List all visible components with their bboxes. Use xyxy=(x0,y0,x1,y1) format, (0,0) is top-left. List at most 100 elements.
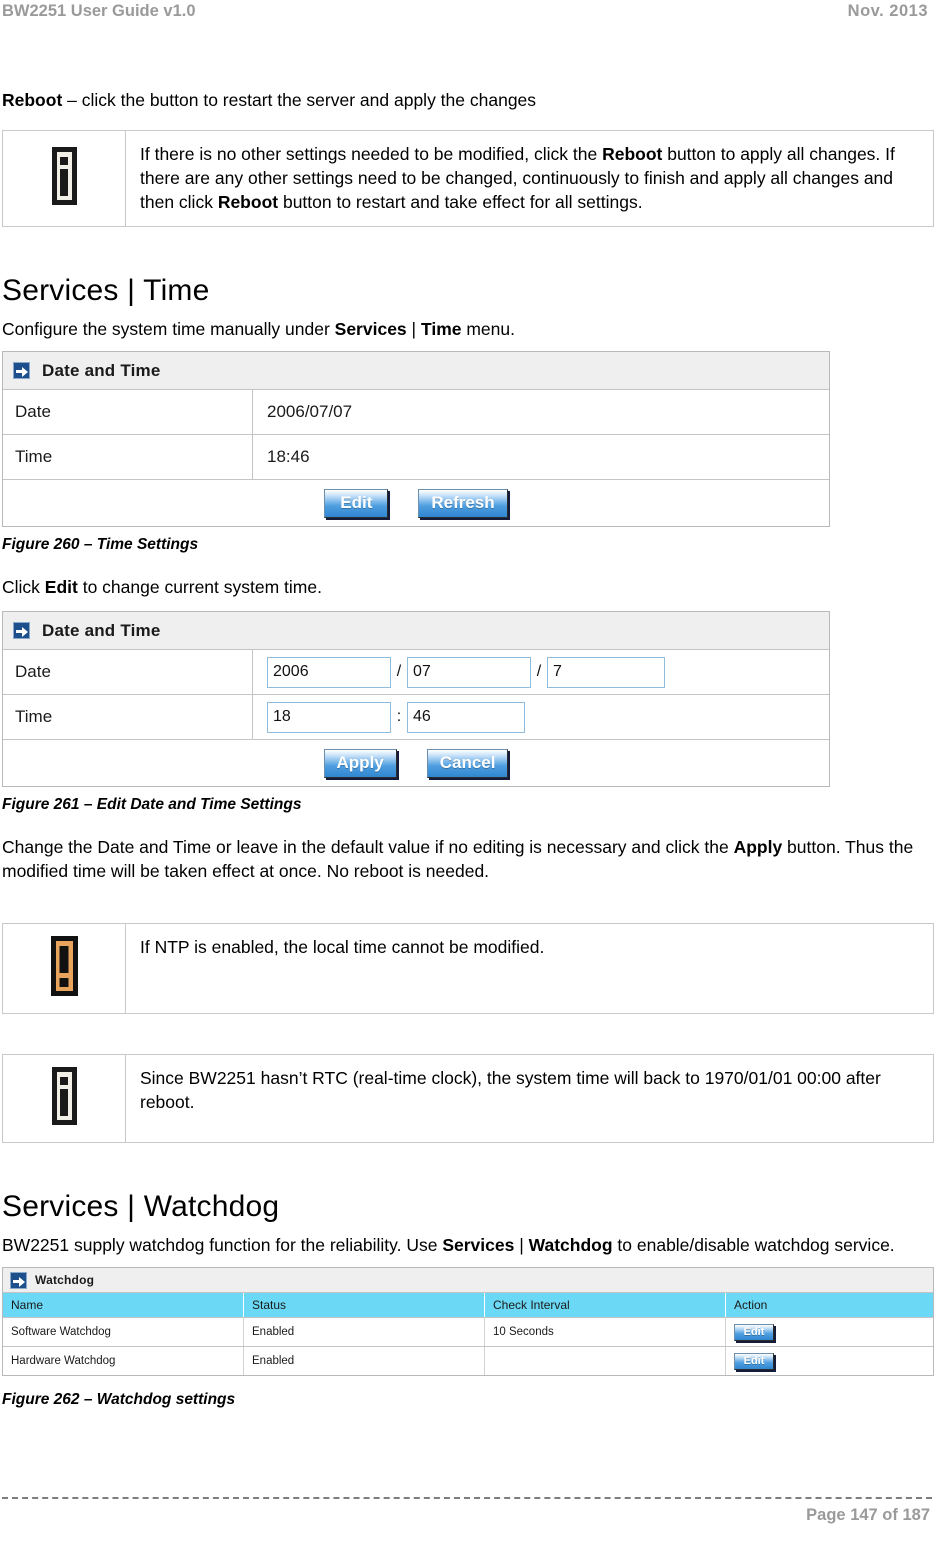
reboot-rest: – click the button to restart the server… xyxy=(62,90,537,110)
time-edit-fields: 18 : 46 xyxy=(253,701,829,733)
edit-button[interactable]: Edit xyxy=(324,488,389,518)
date-time-edit-panel-header: Date and Time xyxy=(3,612,829,650)
date-edit-fields: 2006 / 07 / 7 xyxy=(253,656,829,688)
blue-arrow-icon xyxy=(13,622,30,639)
refresh-button[interactable]: Refresh xyxy=(418,488,508,518)
table-row: Software Watchdog Enabled 10 Seconds Edi… xyxy=(3,1317,933,1347)
warning-ntp-callout: If NTP is enabled, the local time cannot… xyxy=(2,923,934,1014)
warning-icon xyxy=(50,936,78,996)
click-edit-paragraph: Click Edit to change current system time… xyxy=(2,575,938,599)
reboot-paragraph: Reboot – click the button to restart the… xyxy=(2,88,938,112)
click-edit-bold: Edit xyxy=(44,577,78,597)
apply-button[interactable]: Apply xyxy=(323,748,397,778)
reboot-bold: Reboot xyxy=(2,90,63,110)
page-content: Reboot – click the button to restart the… xyxy=(2,88,938,1410)
page-header: BW2251 User Guide v1.0 Nov. 2013 xyxy=(0,2,942,28)
footer-divider xyxy=(2,1497,932,1499)
wd-intro-2: to enable/disable watchdog service. xyxy=(612,1235,895,1255)
hour-input[interactable]: 18 xyxy=(267,701,391,733)
year-input[interactable]: 2006 xyxy=(267,656,391,688)
date-time-panel-title: Date and Time xyxy=(42,360,161,380)
day-input[interactable]: 7 xyxy=(547,656,665,688)
month-input[interactable]: 07 xyxy=(407,656,531,688)
cancel-button[interactable]: Cancel xyxy=(426,748,509,778)
row-hardware-name: Hardware Watchdog xyxy=(3,1346,244,1375)
time-intro-1: Configure the system time manually under xyxy=(2,319,335,339)
figure-261-caption: Figure 261 – Edit Date and Time Settings xyxy=(2,796,302,813)
minute-input[interactable]: 46 xyxy=(407,701,525,733)
wd-intro-bold-watchdog: Watchdog xyxy=(528,1235,613,1255)
info-icon xyxy=(51,1067,77,1125)
time-value: 18:46 xyxy=(267,447,310,466)
note-reboot-bold-2: Reboot xyxy=(217,192,279,212)
watchdog-table-header-row: Name Status Check Interval Action xyxy=(3,1293,933,1318)
date-time-panel-header: Date and Time xyxy=(3,352,829,390)
software-watchdog-edit-button[interactable]: Edit xyxy=(734,1323,774,1341)
watchdog-panel: Watchdog Name Status Check Interval Acti… xyxy=(2,1267,934,1376)
date-edit-row: Date 2006 / 07 / 7 xyxy=(3,650,829,695)
change-date-paragraph: Change the Date and Time or leave in the… xyxy=(2,835,938,883)
info-icon xyxy=(51,147,77,205)
wd-intro-1: BW2251 supply watchdog function for the … xyxy=(2,1235,443,1255)
date-value: 2006/07/07 xyxy=(267,402,353,421)
time-intro-2: menu. xyxy=(461,319,515,339)
blue-arrow-icon xyxy=(13,362,30,379)
date-separator-1: / xyxy=(396,663,402,680)
section-time-intro: Configure the system time manually under… xyxy=(2,317,938,341)
time-row: Time 18:46 xyxy=(3,435,829,480)
date-time-panel-edit: Date and Time Date 2006 / 07 / 7 Time 18… xyxy=(2,611,830,787)
column-header-status: Status xyxy=(243,1293,485,1318)
click-edit-1: Click xyxy=(2,577,45,597)
watchdog-table: Name Status Check Interval Action Softwa… xyxy=(3,1293,933,1375)
section-watchdog-intro: BW2251 supply watchdog function for the … xyxy=(2,1233,938,1257)
change-bold-apply: Apply xyxy=(733,837,783,857)
date-row: Date 2006/07/07 xyxy=(3,390,829,435)
row-hardware-interval xyxy=(484,1346,726,1375)
date-time-edit-actions-row: Apply Cancel xyxy=(3,740,829,786)
note-reboot-callout: If there is no other settings needed to … xyxy=(2,130,934,227)
column-header-interval: Check Interval xyxy=(484,1293,726,1318)
date-time-panel-readonly: Date and Time Date 2006/07/07 Time 18:46… xyxy=(2,351,830,527)
time-intro-bold-services: Services xyxy=(334,319,407,339)
time-separator: : xyxy=(396,708,402,725)
footer-page-number: Page 147 of 187 xyxy=(806,1506,930,1524)
time-label: Time xyxy=(3,435,253,479)
note-reboot-text-1: If there is no other settings needed to … xyxy=(140,144,603,164)
date-time-actions-row: Edit Refresh xyxy=(3,480,829,526)
table-row: Hardware Watchdog Enabled Edit xyxy=(3,1346,934,1376)
warning-ntp-icon-cell xyxy=(2,923,126,1014)
click-edit-2: to change current system time. xyxy=(77,577,322,597)
figure-260-caption: Figure 260 – Time Settings xyxy=(2,536,199,553)
section-title-time: Services | Time xyxy=(2,274,210,307)
note-rtc-text: Since BW2251 hasn’t RTC (real-time clock… xyxy=(125,1054,934,1143)
date-time-edit-panel-title: Date and Time xyxy=(42,620,161,640)
section-title-watchdog: Services | Watchdog xyxy=(2,1190,280,1223)
note-reboot-bold-1: Reboot xyxy=(602,144,663,164)
watchdog-panel-title: Watchdog xyxy=(35,1273,95,1287)
change-1: Change the Date and Time or leave in the… xyxy=(2,837,734,857)
document-date: Nov. 2013 xyxy=(847,2,928,20)
row-hardware-status: Enabled xyxy=(243,1346,485,1375)
document-title: BW2251 User Guide v1.0 xyxy=(2,2,196,20)
note-reboot-text-3: button to restart and take effect for al… xyxy=(278,192,643,212)
date-label: Date xyxy=(3,390,253,434)
wd-intro-bold-services: Services xyxy=(442,1235,515,1255)
row-software-status: Enabled xyxy=(243,1317,485,1347)
note-rtc-icon-cell xyxy=(2,1054,126,1143)
figure-262-caption: Figure 262 – Watchdog settings xyxy=(2,1391,236,1408)
blue-arrow-icon xyxy=(10,1271,27,1289)
time-intro-bold-time: Time xyxy=(420,319,462,339)
time-edit-label: Time xyxy=(3,695,253,739)
hardware-watchdog-edit-button[interactable]: Edit xyxy=(734,1352,774,1370)
time-intro-sep: | xyxy=(406,319,421,339)
warning-ntp-text: If NTP is enabled, the local time cannot… xyxy=(125,923,934,1014)
row-software-interval: 10 Seconds xyxy=(484,1317,726,1347)
row-software-name: Software Watchdog xyxy=(3,1317,244,1347)
note-reboot-text: If there is no other settings needed to … xyxy=(125,130,934,227)
wd-intro-sep: | xyxy=(514,1235,529,1255)
row-hardware-action: Edit xyxy=(726,1347,934,1376)
date-separator-2: / xyxy=(536,663,542,680)
column-header-name: Name xyxy=(3,1293,244,1318)
watchdog-panel-header: Watchdog xyxy=(3,1268,933,1293)
column-header-action: Action xyxy=(725,1293,933,1318)
